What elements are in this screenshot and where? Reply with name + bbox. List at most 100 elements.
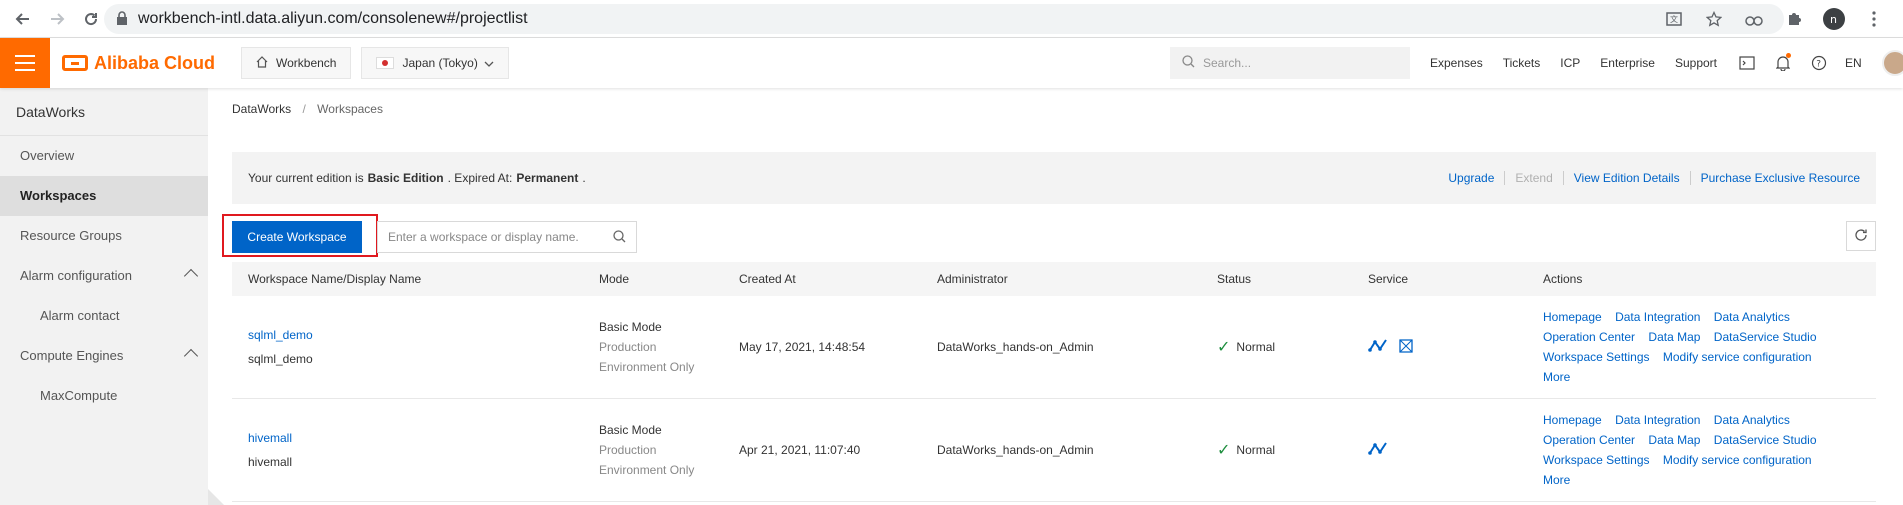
action-data-map[interactable]: Data Map (1648, 433, 1700, 447)
service-icons (1368, 338, 1527, 357)
action-operation-center[interactable]: Operation Center (1543, 433, 1635, 447)
puzzle-icon[interactable] (1783, 8, 1805, 30)
link-expenses[interactable]: Expenses (1430, 56, 1483, 70)
sidebar-item-alarm-contact[interactable]: Alarm contact (0, 296, 208, 336)
notification-dot (1786, 53, 1792, 58)
action-homepage[interactable]: Homepage (1543, 413, 1602, 427)
back-icon[interactable] (12, 8, 34, 30)
breadcrumb: DataWorks / Workspaces (232, 102, 383, 116)
translate-icon[interactable]: 文 (1663, 8, 1685, 30)
sidebar: DataWorks Overview Workspaces Resource G… (0, 88, 208, 505)
forward-icon[interactable] (46, 8, 68, 30)
search-icon[interactable] (613, 230, 626, 246)
col-header-actions: Actions (1543, 272, 1583, 286)
extension-cloud-icon[interactable] (1743, 8, 1765, 30)
sidebar-item-label: MaxCompute (40, 388, 118, 403)
refresh-button[interactable] (1846, 221, 1876, 251)
machine-learning-service-icon[interactable] (1398, 338, 1414, 357)
mode-name: Basic Mode (599, 320, 662, 334)
action-data-analytics[interactable]: Data Analytics (1714, 310, 1790, 324)
browser-toolbar: workbench-intl.data.aliyun.com/consolene… (0, 0, 1903, 38)
chevron-up-icon (183, 348, 199, 364)
action-homepage[interactable]: Homepage (1543, 310, 1602, 324)
bell-icon[interactable] (1773, 53, 1793, 73)
col-header-mode: Mode (599, 272, 630, 286)
url-text: workbench-intl.data.aliyun.com/consolene… (138, 10, 528, 27)
action-workspace-settings[interactable]: Workspace Settings (1543, 350, 1650, 364)
avatar[interactable] (1881, 50, 1903, 76)
link-icp[interactable]: ICP (1560, 56, 1580, 70)
cell-mode: Basic Mode Production Environment Only (583, 420, 723, 480)
hamburger-menu-icon[interactable] (0, 38, 50, 88)
action-modify-service-configuration[interactable]: Modify service configuration (1663, 350, 1812, 364)
search-icon (1182, 55, 1195, 71)
data-analytics-service-icon[interactable] (1368, 441, 1388, 460)
workspace-table: Workspace Name/Display Name Mode Created… (232, 262, 1876, 502)
sidebar-item-resource-groups[interactable]: Resource Groups (0, 216, 208, 256)
workbench-button[interactable]: Workbench (241, 47, 352, 79)
console-search-placeholder: Search... (1203, 56, 1252, 70)
cell-admin: DataWorks_hands-on_Admin (937, 340, 1094, 354)
address-bar[interactable]: workbench-intl.data.aliyun.com/consolene… (104, 4, 1784, 34)
action-data-integration[interactable]: Data Integration (1615, 413, 1700, 427)
sidebar-item-overview[interactable]: Overview (0, 136, 208, 176)
menu-dots-icon[interactable] (1863, 8, 1885, 30)
edition-expired-label: . Expired At: (447, 171, 513, 185)
cell-created: Apr 21, 2021, 11:07:40 (739, 443, 861, 457)
action-data-integration[interactable]: Data Integration (1615, 310, 1700, 324)
sidebar-item-label: Resource Groups (20, 228, 122, 243)
action-dataservice-studio[interactable]: DataService Studio (1714, 433, 1817, 447)
chevron-down-icon (484, 56, 494, 70)
sidebar-collapse-handle[interactable] (208, 489, 224, 505)
status-badge: ✓ Normal (1217, 440, 1352, 460)
create-workspace-button[interactable]: Create Workspace (232, 221, 362, 253)
action-data-analytics[interactable]: Data Analytics (1714, 413, 1790, 427)
sidebar-item-compute-engines[interactable]: Compute Engines (0, 336, 208, 376)
cell-name: sqlml_demo sqlml_demo (232, 328, 583, 366)
console-search-input[interactable]: Search... (1170, 47, 1410, 79)
help-icon[interactable]: ? (1809, 53, 1829, 73)
action-dataservice-studio[interactable]: DataService Studio (1714, 330, 1817, 344)
link-enterprise[interactable]: Enterprise (1600, 56, 1655, 70)
action-modify-service-configuration[interactable]: Modify service configuration (1663, 453, 1812, 467)
action-more[interactable]: More (1543, 473, 1570, 487)
action-operation-center[interactable]: Operation Center (1543, 330, 1635, 344)
breadcrumb-root[interactable]: DataWorks (232, 102, 291, 116)
action-data-map[interactable]: Data Map (1648, 330, 1700, 344)
cell-service (1352, 338, 1527, 357)
sidebar-item-alarm-configuration[interactable]: Alarm configuration (0, 256, 208, 296)
table-row: sqlml_demo sqlml_demo Basic Mode Product… (232, 296, 1876, 399)
reload-icon[interactable] (80, 8, 102, 30)
workspace-search-input[interactable]: Enter a workspace or display name. (377, 221, 637, 253)
edition-name: Basic Edition (367, 171, 444, 185)
table-header: Workspace Name/Display Name Mode Created… (232, 262, 1876, 296)
sidebar-item-workspaces[interactable]: Workspaces (0, 176, 208, 216)
workspace-name-link[interactable]: sqlml_demo (248, 328, 583, 342)
action-more[interactable]: More (1543, 370, 1570, 384)
region-selector[interactable]: Japan (Tokyo) (361, 47, 509, 79)
star-icon[interactable] (1703, 8, 1725, 30)
view-edition-details-link[interactable]: View Edition Details (1564, 171, 1691, 185)
col-header-service: Service (1368, 272, 1409, 286)
purchase-exclusive-resource-link[interactable]: Purchase Exclusive Resource (1691, 171, 1860, 185)
profile-icon[interactable]: n (1823, 7, 1845, 30)
language-switch[interactable]: EN (1845, 56, 1862, 70)
sidebar-item-maxcompute[interactable]: MaxCompute (0, 376, 208, 416)
link-tickets[interactable]: Tickets (1503, 56, 1541, 70)
mode-detail: Environment Only (599, 463, 695, 477)
table-row: hivemall hivemall Basic Mode Production … (232, 399, 1876, 502)
data-analytics-service-icon[interactable] (1368, 338, 1388, 357)
mode-detail: Production (599, 340, 657, 354)
link-support[interactable]: Support (1675, 56, 1717, 70)
terminal-icon[interactable] (1737, 53, 1757, 73)
breadcrumb-current: Workspaces (317, 102, 383, 116)
svg-text:n: n (1830, 13, 1837, 26)
upgrade-link[interactable]: Upgrade (1438, 171, 1506, 185)
alibaba-cloud-logo[interactable]: Alibaba Cloud (62, 53, 215, 74)
cell-actions: Homepage Data Integration Data Analytics… (1527, 410, 1876, 490)
mode-name: Basic Mode (599, 423, 662, 437)
workspace-name-link[interactable]: hivemall (248, 431, 583, 445)
cell-name: hivemall hivemall (232, 431, 583, 469)
brand-name: Alibaba Cloud (94, 52, 215, 73)
action-workspace-settings[interactable]: Workspace Settings (1543, 453, 1650, 467)
